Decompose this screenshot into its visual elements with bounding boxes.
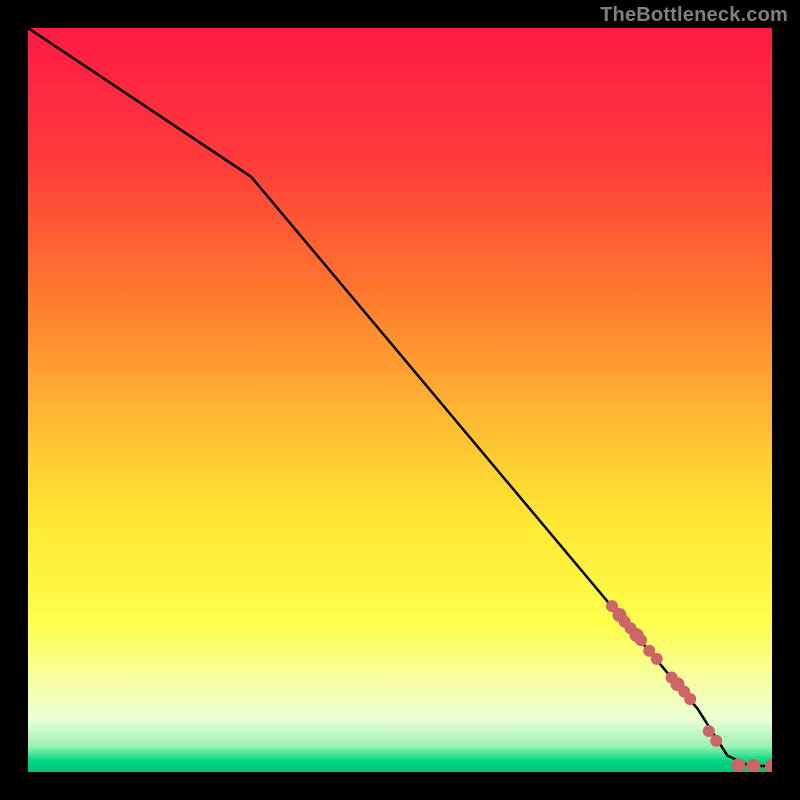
data-marker — [732, 758, 746, 772]
data-marker — [651, 653, 663, 665]
attribution-text: TheBottleneck.com — [600, 4, 788, 27]
chart-plot — [28, 28, 772, 772]
data-marker — [710, 735, 722, 747]
data-marker — [684, 693, 696, 705]
data-marker — [703, 725, 715, 737]
data-marker — [635, 634, 647, 646]
chart-frame: TheBottleneck.com — [0, 0, 800, 800]
